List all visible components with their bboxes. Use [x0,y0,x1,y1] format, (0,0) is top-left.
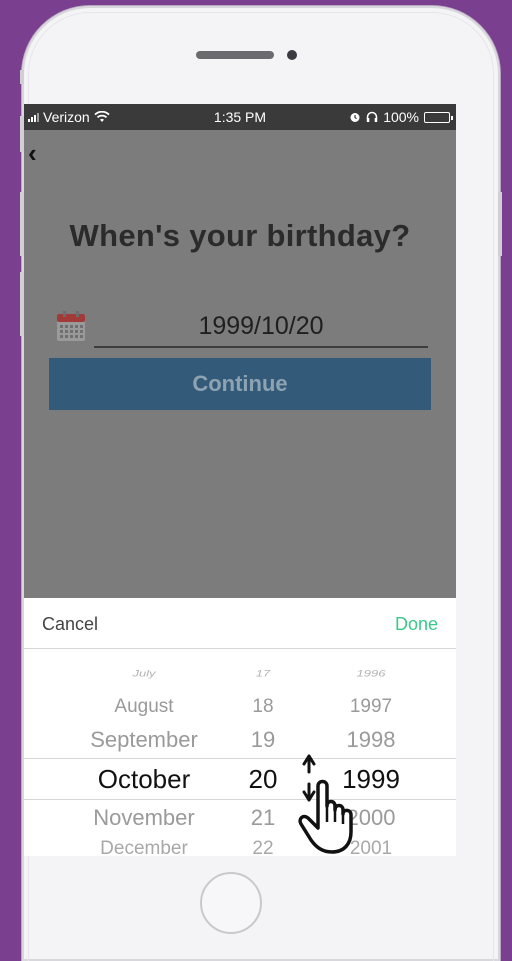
done-button[interactable]: Done [395,614,438,635]
power-button [498,192,502,256]
cancel-button[interactable]: Cancel [42,614,98,635]
back-chevron-icon[interactable]: ‹ [28,140,52,166]
status-right: 100% [349,109,453,125]
month-option-selected[interactable]: October [72,764,216,795]
month-option[interactable]: December [72,838,216,856]
month-option[interactable]: September [72,727,216,753]
day-option[interactable]: 19 [228,727,298,753]
pointer-hand-icon [298,754,353,854]
month-wheel[interactable]: July August September October November D… [72,650,216,856]
alarm-icon [350,113,360,122]
phone-screen: Verizon 1:35 PM 100% ‹ When's your birth… [24,104,456,856]
year-option[interactable]: 1996 [324,668,418,679]
month-option[interactable]: August [72,696,216,718]
day-option[interactable]: 17 [228,668,298,679]
month-option[interactable]: November [72,805,216,831]
continue-button[interactable]: Continue [49,358,431,410]
day-wheel[interactable]: 17 18 19 20 21 22 [228,650,298,856]
day-option[interactable]: 22 [228,838,298,856]
page-title: When's your birthday? [69,218,411,253]
birthday-date-field[interactable]: 1999/10/20 [94,308,428,348]
month-option[interactable]: July [72,668,216,679]
headphones-icon [366,111,378,122]
battery-percent: 100% [383,109,419,125]
date-picker: Cancel Done July August September Octobe… [24,598,456,856]
picker-toolbar: Cancel Done [24,598,456,649]
day-option[interactable]: 18 [228,696,298,718]
speaker-grille [196,51,274,59]
home-button[interactable] [200,872,262,934]
day-option[interactable]: 21 [228,805,298,831]
calendar-icon [57,311,85,341]
year-option[interactable]: 1998 [324,727,418,753]
birthday-screen: ‹ When's your birthday? 1999/10/20 Conti… [24,130,456,598]
battery-icon [424,111,453,123]
year-option[interactable]: 1997 [324,696,418,718]
day-option-selected[interactable]: 20 [228,764,298,795]
status-bar: Verizon 1:35 PM 100% [24,104,456,130]
front-camera [287,50,297,60]
mute-switch [20,70,24,84]
